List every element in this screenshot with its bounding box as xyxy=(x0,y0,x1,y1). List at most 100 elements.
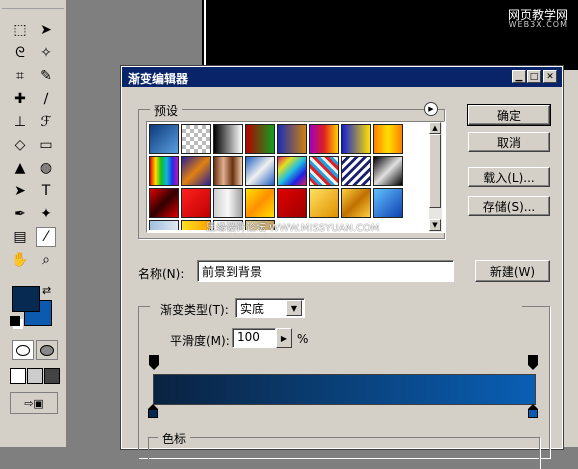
presets-menu-arrow-icon[interactable]: ▶ xyxy=(424,102,438,116)
dodge-icon[interactable]: ◍ xyxy=(36,158,56,178)
minimize-button[interactable]: ▁ xyxy=(512,70,526,83)
ok-button[interactable]: 确定 xyxy=(467,104,551,126)
history-brush-icon[interactable]: ℱ xyxy=(36,112,56,132)
preset-swatch[interactable] xyxy=(213,188,243,218)
preset-swatch[interactable] xyxy=(149,156,179,186)
presets-label: 预设 xyxy=(150,102,183,119)
preset-swatch[interactable] xyxy=(277,124,307,154)
minimize-icon: ▁ xyxy=(515,71,523,82)
preset-swatch[interactable] xyxy=(149,124,179,154)
preset-swatch[interactable] xyxy=(181,156,211,186)
close-icon: ✕ xyxy=(546,71,554,82)
preset-swatch[interactable] xyxy=(245,124,275,154)
color-stop-left[interactable] xyxy=(148,404,158,418)
presets-box: ▲ ▼ xyxy=(146,121,445,233)
marquee-icon[interactable]: ⬚ xyxy=(10,20,30,40)
eraser-icon[interactable]: ◇ xyxy=(10,135,30,155)
gradient-preview-bar[interactable] xyxy=(153,374,536,405)
pen-icon[interactable]: ✒ xyxy=(10,204,30,224)
color-stop-right[interactable] xyxy=(528,404,538,418)
foreground-color-swatch-front[interactable] xyxy=(12,286,40,312)
cancel-button[interactable]: 取消 xyxy=(468,132,550,152)
preset-swatch[interactable] xyxy=(149,188,179,218)
name-input[interactable]: 前景到背景 xyxy=(197,260,454,282)
eyedropper-icon[interactable]: ⁄ xyxy=(36,227,56,247)
preset-swatch[interactable] xyxy=(277,188,307,218)
load-button[interactable]: 载入(L)... xyxy=(468,167,550,187)
maximize-icon: □ xyxy=(529,71,539,82)
preset-swatch[interactable] xyxy=(309,188,339,218)
swap-colors-icon[interactable]: ⇄ xyxy=(42,284,51,297)
default-colors-icon[interactable] xyxy=(10,316,20,326)
toolbox: ⬚ ➤ ᘓ ✧ ⌗ ✎ ✚ ∕ ⊥ ℱ ◇ ▭ ▲ ◍ ➤ T ✒ ✦ ▤ ⁄ ✋ ⌕ ⇄ ⇨▣ xyxy=(0,0,67,447)
lasso-icon[interactable]: ᘓ xyxy=(10,43,30,63)
presets-swatch-grid xyxy=(149,124,419,230)
type-icon[interactable]: T xyxy=(36,181,56,201)
watermark-site-url: WEB3X.COM xyxy=(508,20,568,29)
preset-swatch[interactable] xyxy=(245,156,275,186)
gradient-icon[interactable]: ▭ xyxy=(36,135,56,155)
maximize-button[interactable]: □ xyxy=(527,70,541,83)
path-select-icon[interactable]: ➤ xyxy=(10,181,30,201)
brush-icon[interactable]: ∕ xyxy=(36,89,56,109)
save-button[interactable]: 存储(S)... xyxy=(468,196,550,216)
dialog-title: 渐变编辑器 xyxy=(128,72,189,86)
smoothness-label: 平滑度(M): xyxy=(170,334,230,348)
magic-wand-icon[interactable]: ✧ xyxy=(36,43,56,63)
overlay-watermark: 思缘设计论坛 WWW.MISSYUAN.COM xyxy=(206,223,380,234)
smoothness-slider-arrow-icon[interactable]: ▶ xyxy=(276,328,292,348)
preset-swatch[interactable] xyxy=(213,124,243,154)
move-icon[interactable]: ➤ xyxy=(36,20,56,40)
healing-brush-icon[interactable]: ✚ xyxy=(10,89,30,109)
stops-group xyxy=(148,437,540,469)
new-button[interactable]: 新建(W) xyxy=(475,260,550,282)
toolbox-grip[interactable] xyxy=(2,0,64,9)
name-label: 名称(N): xyxy=(138,267,185,281)
screen-mode-full-menu-icon[interactable] xyxy=(27,368,43,384)
scroll-down-icon[interactable]: ▼ xyxy=(429,219,441,231)
gradient-type-value: 实底 xyxy=(240,302,265,316)
zoom-icon[interactable]: ⌕ xyxy=(36,250,56,270)
opacity-stop-left[interactable] xyxy=(149,355,159,371)
preset-swatch[interactable] xyxy=(309,156,339,186)
preset-swatch[interactable] xyxy=(245,188,275,218)
preset-swatch[interactable] xyxy=(181,124,211,154)
scroll-thumb[interactable] xyxy=(429,134,441,208)
crop-icon[interactable]: ⌗ xyxy=(10,66,30,86)
stamp-icon[interactable]: ⊥ xyxy=(10,112,30,132)
notes-icon[interactable]: ▤ xyxy=(10,227,30,247)
gradient-type-label: 渐变类型(T): xyxy=(160,303,229,317)
quick-mask-button[interactable] xyxy=(36,340,58,360)
slice-icon[interactable]: ✎ xyxy=(36,66,56,86)
preset-swatch[interactable] xyxy=(149,220,179,230)
preset-swatch[interactable] xyxy=(341,188,371,218)
preset-swatch[interactable] xyxy=(277,156,307,186)
hand-icon[interactable]: ✋ xyxy=(10,250,30,270)
opacity-stop-right[interactable] xyxy=(528,355,538,371)
stops-label: 色标 xyxy=(158,430,191,447)
preset-swatch[interactable] xyxy=(341,124,371,154)
shape-icon[interactable]: ✦ xyxy=(36,204,56,224)
preset-swatch[interactable] xyxy=(373,124,403,154)
document-canvas: 网页教学网 WEB3X.COM xyxy=(202,0,578,70)
chevron-down-icon[interactable]: ▼ xyxy=(286,300,302,316)
preset-swatch[interactable] xyxy=(181,188,211,218)
jump-to-imageready-button[interactable]: ⇨▣ xyxy=(10,392,58,414)
blur-icon[interactable]: ▲ xyxy=(10,158,30,178)
scroll-up-icon[interactable]: ▲ xyxy=(429,122,441,134)
preset-swatch[interactable] xyxy=(373,156,403,186)
close-button[interactable]: ✕ xyxy=(543,70,557,83)
standard-mode-button[interactable] xyxy=(12,340,34,360)
screen-mode-full-icon[interactable] xyxy=(44,368,60,384)
screen-mode-standard-icon[interactable] xyxy=(10,368,26,384)
preset-swatch[interactable] xyxy=(309,124,339,154)
preset-swatch[interactable] xyxy=(341,156,371,186)
preset-swatch[interactable] xyxy=(373,188,403,218)
smoothness-input[interactable]: 100 xyxy=(232,328,276,348)
preset-swatch[interactable] xyxy=(213,156,243,186)
presets-scrollbar[interactable]: ▲ ▼ xyxy=(429,122,442,232)
dialog-titlebar[interactable]: 渐变编辑器 ▁ □ ✕ xyxy=(122,67,562,87)
canvas-edge xyxy=(204,0,206,70)
gradient-editor-dialog: 渐变编辑器 ▁ □ ✕ 预设 ▶ ▲ ▼ 思缘设计论坛 WWW.MISSYUAN… xyxy=(120,65,564,469)
percent-sign: % xyxy=(297,332,309,346)
